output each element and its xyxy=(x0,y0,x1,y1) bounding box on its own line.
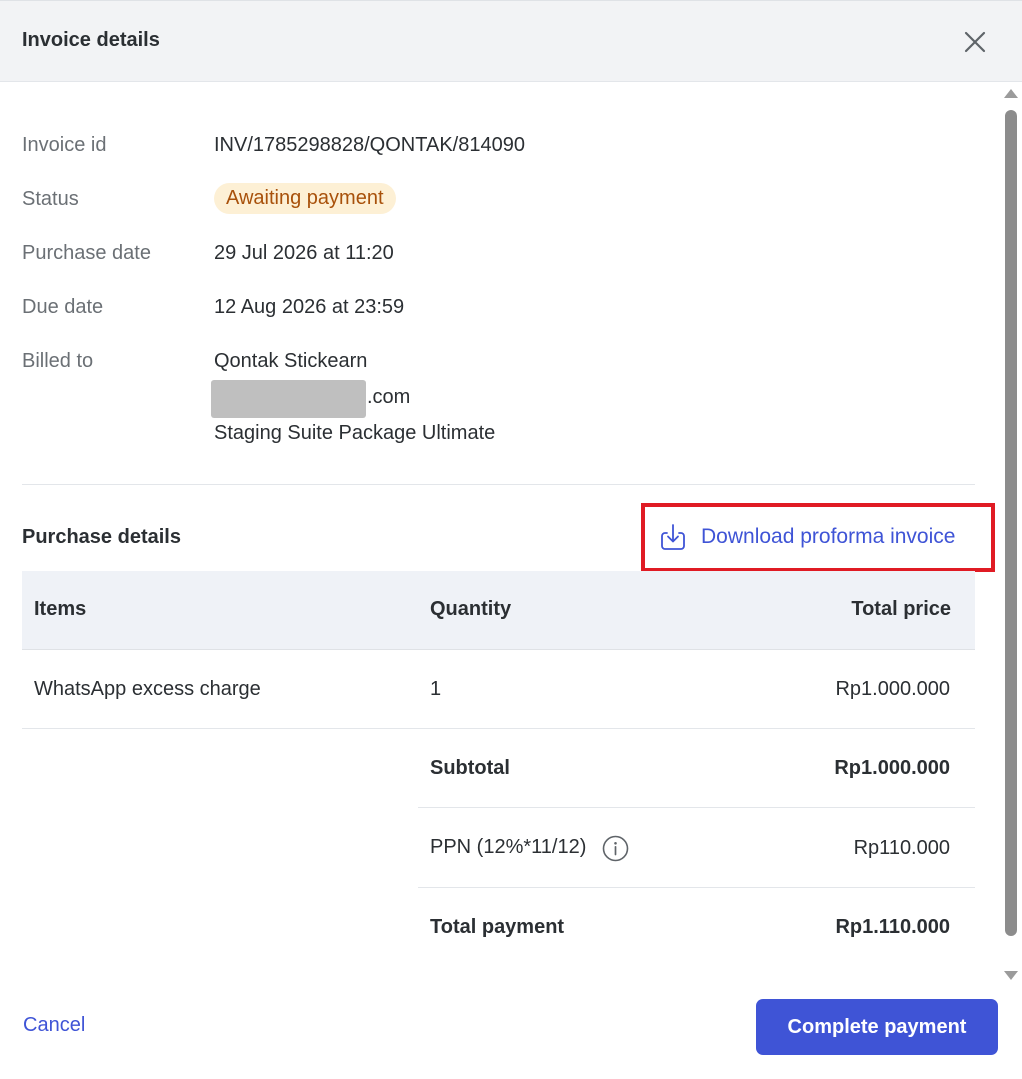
close-button[interactable] xyxy=(960,27,990,57)
cancel-button[interactable]: Cancel xyxy=(23,1014,85,1037)
row-item-quantity: 1 xyxy=(430,678,442,700)
billed-to-email-suffix: .com xyxy=(367,386,411,408)
section-divider xyxy=(22,484,975,485)
scrollbar-thumb[interactable] xyxy=(1005,110,1017,936)
purchase-date-value: 29 Jul 2026 at 11:20 xyxy=(214,242,394,264)
modal-title: Invoice details xyxy=(22,29,160,51)
tax-value: Rp110.000 xyxy=(853,837,950,859)
modal-header: Invoice details xyxy=(0,0,1022,82)
download-proforma-invoice-label: Download proforma invoice xyxy=(701,525,956,548)
close-icon xyxy=(964,31,986,53)
total-payment-label: Total payment xyxy=(430,916,565,938)
tax-label: PPN (12%*11/12) xyxy=(430,836,587,858)
row-item-total-price: Rp1.000.000 xyxy=(835,678,950,700)
invoice-details-modal: Invoice details Invoice id INV/178529882… xyxy=(0,0,1022,1079)
purchase-table-header: Items Quantity Total price xyxy=(22,571,975,650)
info-icon[interactable] xyxy=(602,835,629,862)
purchase-date-label: Purchase date xyxy=(22,242,151,264)
billed-to-label: Billed to xyxy=(22,350,94,372)
status-label: Status xyxy=(22,188,79,210)
complete-payment-button[interactable]: Complete payment xyxy=(756,999,998,1055)
due-date-label: Due date xyxy=(22,296,104,318)
subtotal-label: Subtotal xyxy=(430,757,510,779)
subtotal-value: Rp1.000.000 xyxy=(834,757,950,779)
column-header-items: Items xyxy=(34,598,87,620)
invoice-id-label: Invoice id xyxy=(22,134,107,156)
billed-to-name: Qontak Stickearn xyxy=(214,350,368,372)
download-proforma-invoice-link[interactable]: Download proforma invoice xyxy=(658,520,955,554)
row-item-name: WhatsApp excess charge xyxy=(34,678,261,700)
row-divider xyxy=(22,728,975,729)
subtotal-divider xyxy=(418,807,975,808)
purchase-details-title: Purchase details xyxy=(22,526,181,548)
scroll-down-arrow-icon[interactable] xyxy=(1004,971,1018,980)
redacted-email-block xyxy=(211,380,366,418)
billed-to-package: Staging Suite Package Ultimate xyxy=(214,422,496,444)
column-header-quantity: Quantity xyxy=(430,598,512,620)
tax-divider xyxy=(418,887,975,888)
invoice-id-value: INV/1785298828/QONTAK/814090 xyxy=(214,134,525,156)
column-header-total-price: Total price xyxy=(851,598,951,620)
total-payment-value: Rp1.110.000 xyxy=(835,916,950,938)
download-icon xyxy=(661,524,685,550)
status-badge: Awaiting payment xyxy=(214,183,396,214)
due-date-value: 12 Aug 2026 at 23:59 xyxy=(214,296,405,318)
scroll-up-arrow-icon[interactable] xyxy=(1004,89,1018,98)
